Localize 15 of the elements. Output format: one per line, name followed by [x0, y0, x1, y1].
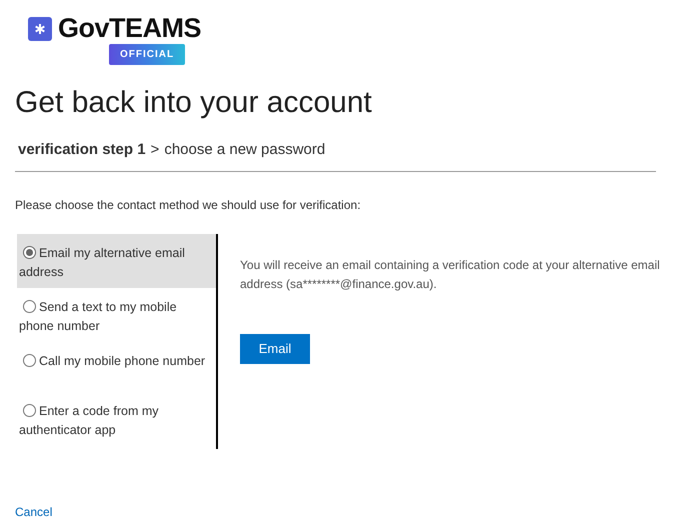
next-step: choose a new password: [164, 139, 326, 162]
star-logo-icon: [28, 16, 52, 40]
contact-method-option[interactable]: Send a text to my mobile phone number: [17, 288, 216, 342]
logo-text: GovTEAMS: [58, 15, 202, 42]
current-step: verification step 1: [18, 139, 146, 162]
step-separator: >: [150, 140, 160, 160]
contact-method-option[interactable]: Email my alternative email address: [17, 234, 216, 288]
classification-badge: OFFICIAL: [109, 44, 186, 65]
instruction-text: Please choose the contact method we should use for verification:: [15, 196, 362, 214]
verification-info-text: You will receive an email containing a verification code at your alternative email address (sa********@finance.gov.au).: [240, 256, 661, 292]
cancel-link[interactable]: Cancel: [15, 503, 52, 521]
contact-method-option[interactable]: Enter a code from my authenticator app: [17, 392, 216, 446]
page-title: Get back into your account: [15, 85, 373, 121]
contact-method-option[interactable]: Call my mobile phone number: [17, 342, 216, 392]
email-button[interactable]: Email: [240, 334, 310, 364]
